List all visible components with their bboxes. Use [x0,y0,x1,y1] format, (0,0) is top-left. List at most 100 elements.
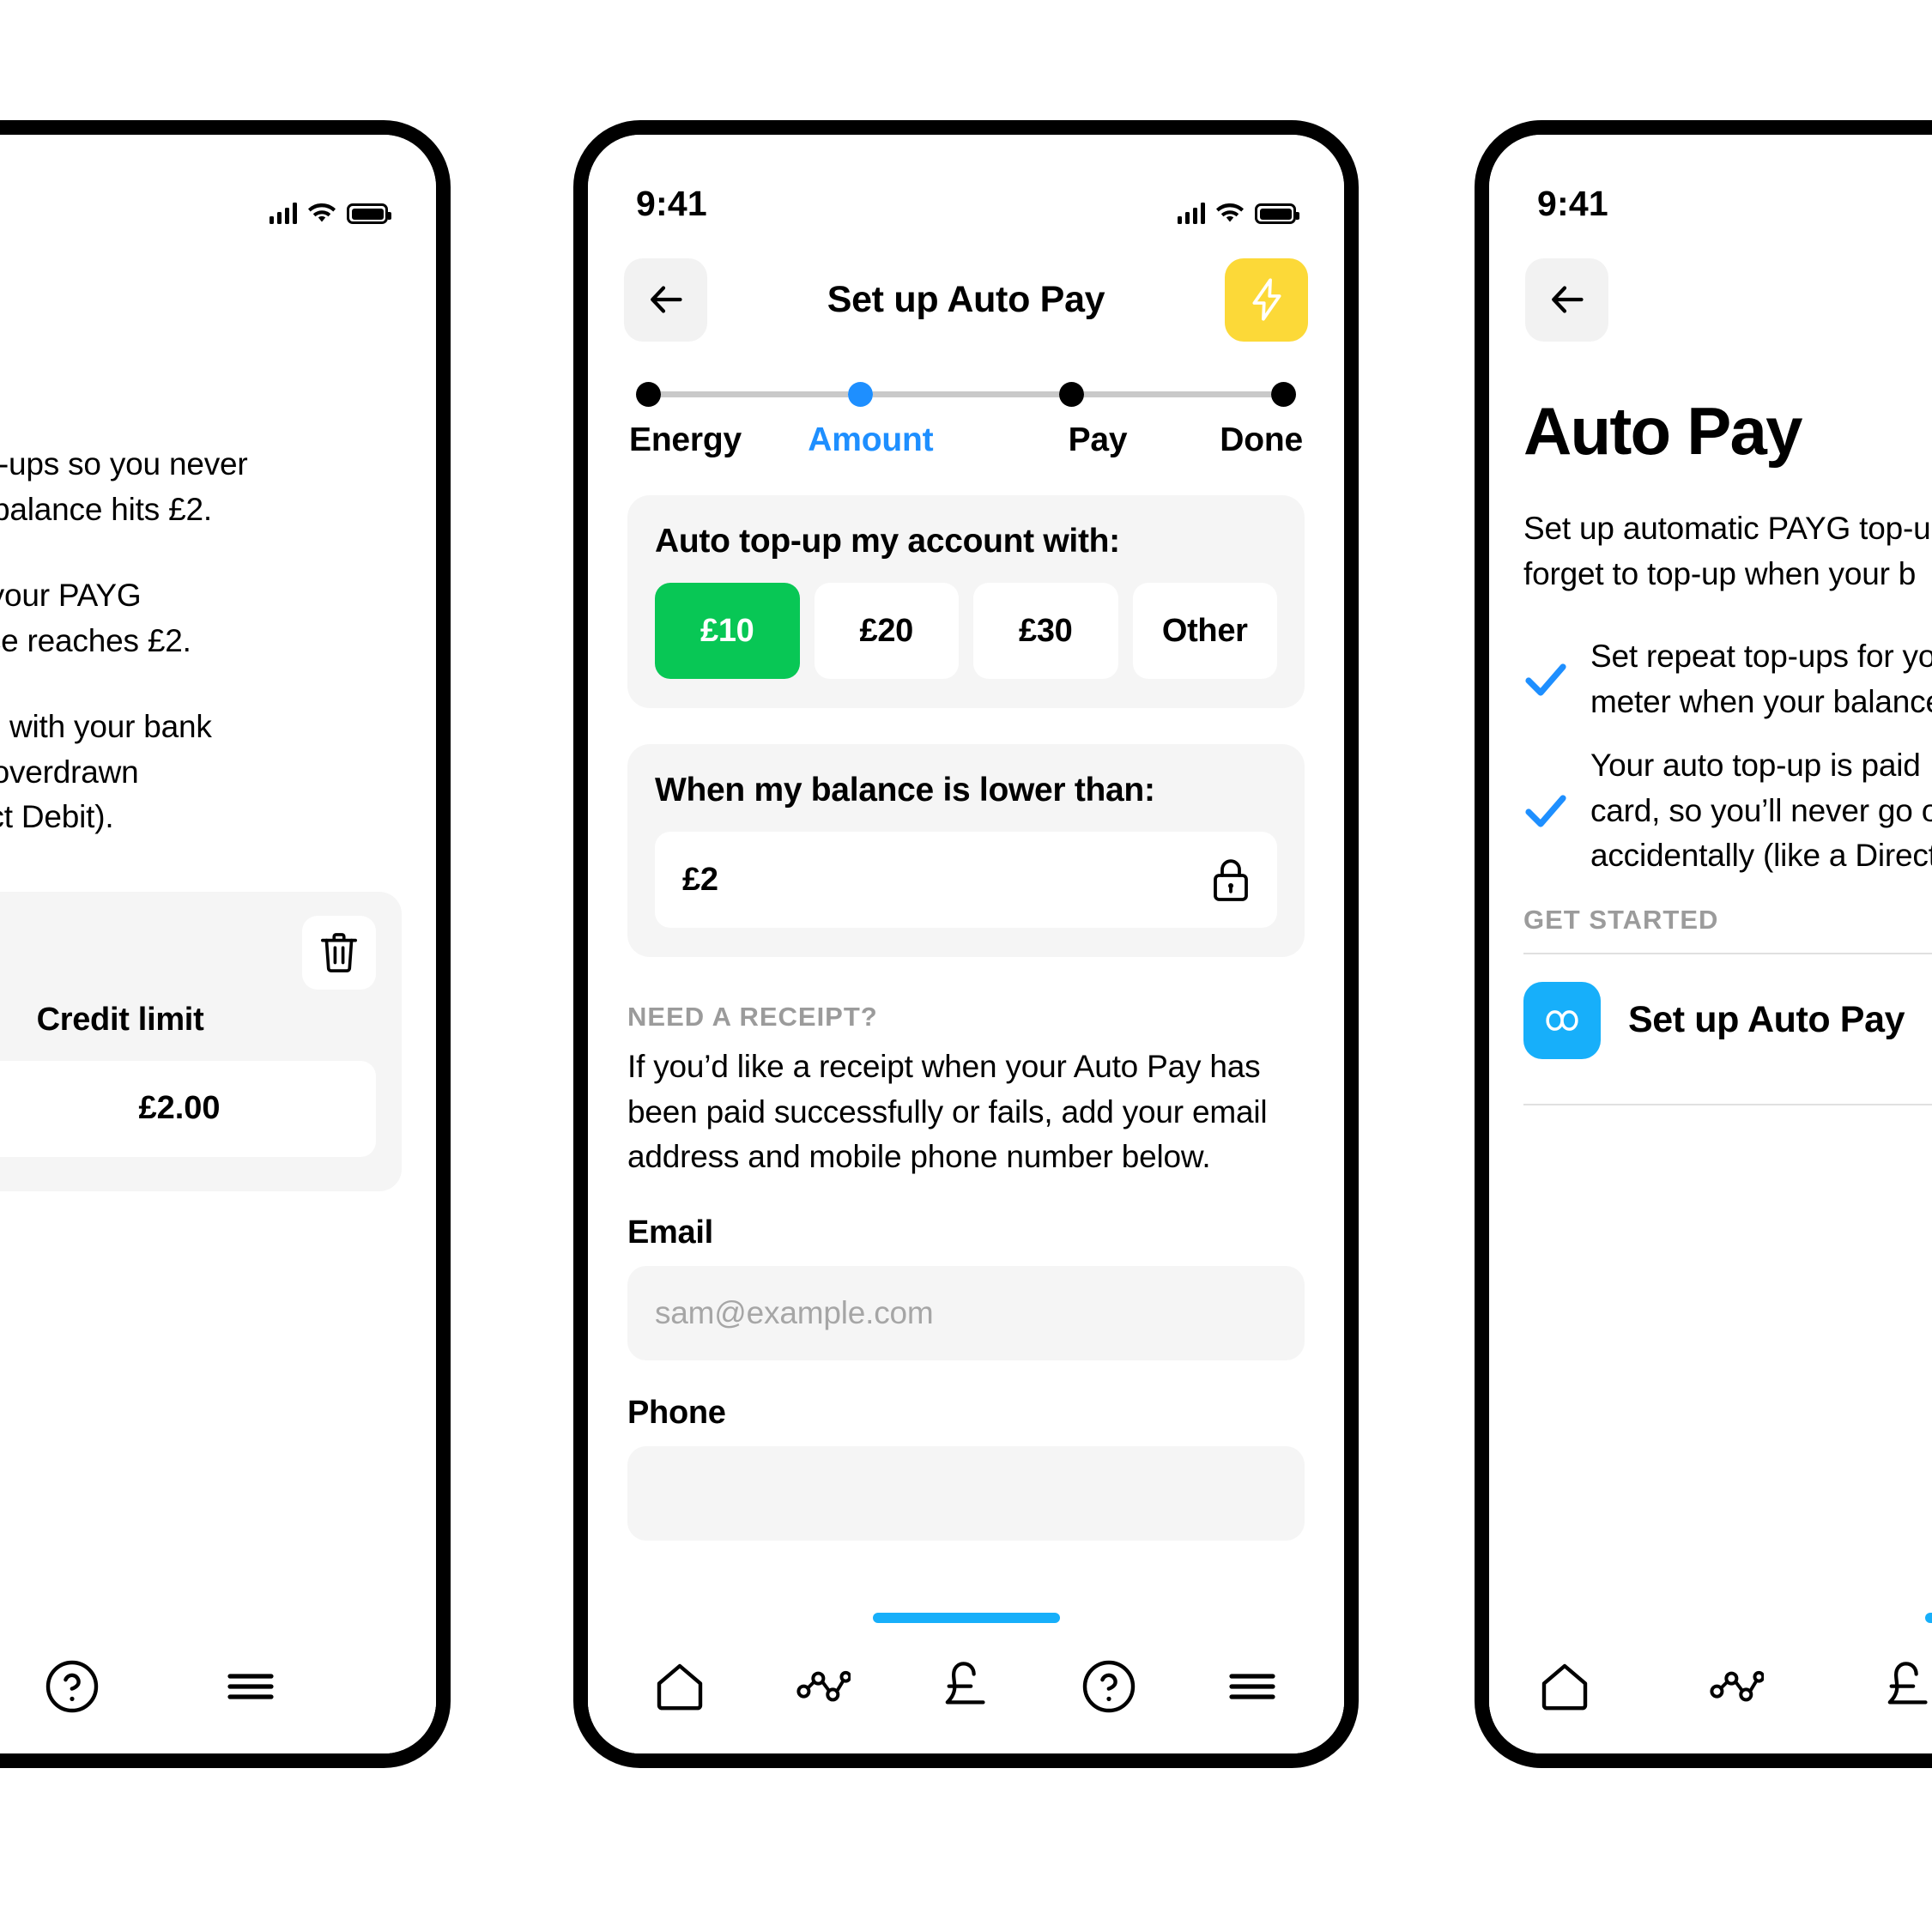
screenshot-canvas: 9:41 Auto Pay c PAYG top-ups so you neve… [0,0,1932,1932]
email-placeholder: sam@example.com [655,1294,934,1330]
list-item-label: Set repeat top-ups for yo meter when you… [1590,639,1932,719]
home-indicator-wrap [588,1613,1344,1623]
phone-left: 9:41 Auto Pay c PAYG top-ups so you neve… [0,120,451,1768]
lock-icon [1212,858,1250,901]
step-label-amount: Amount [808,421,934,458]
phone-right-body: Auto Pay Set up automatic PAYG top-u for… [1489,392,1932,1105]
arrow-left-icon [650,286,682,313]
set-up-auto-pay-label: Set up Auto Pay [1628,999,1905,1041]
step-line-2 [872,391,1060,397]
wifi-icon [308,203,336,224]
bottom-nav-right [1489,1635,1932,1753]
status-icons [1177,203,1299,224]
home-indicator [1925,1613,1932,1623]
appbar-right: Auto Pay [1489,236,1932,348]
back-button[interactable] [624,257,707,342]
step-line-1 [661,391,848,397]
amount-option-other[interactable]: Other [1132,583,1277,679]
receipt-body: If you’d like a receipt when your Auto P… [627,1049,1268,1175]
progress-stepper: Energy Amount Pay Done [588,348,1344,459]
step-dot-energy[interactable] [636,382,661,407]
nav-home[interactable] [639,1645,721,1728]
threshold-card-title: When my balance is lower than: [655,772,1155,809]
appbar-left: Auto Pay [0,236,436,365]
nav-help[interactable] [1068,1645,1150,1728]
phone-right-screen: 9:41 Auto Pay Auto Pay Set up automatic … [1489,135,1932,1753]
hero-title: Auto Pay [1523,393,1802,469]
home-indicator-wrap [1489,1613,1932,1623]
nav-help[interactable] [31,1645,113,1728]
nav-home[interactable] [1523,1645,1606,1728]
lightning-bolt-button[interactable] [1225,257,1308,342]
left-paragraph-1: c PAYG top-ups so you never when your ba… [0,446,248,527]
nav-menu[interactable] [1211,1645,1293,1728]
phone-right: 9:41 Auto Pay Auto Pay Set up automatic … [1475,120,1932,1768]
cellular-signal-icon [269,203,297,224]
nav-usage[interactable] [1695,1645,1778,1728]
step-dot-amount[interactable] [847,382,873,407]
phone-center-screen: 9:41 Set up Auto Pay Energy Amount Pay D… [588,135,1344,1753]
appbar-center: Set up Auto Pay [588,236,1344,348]
hero-intro: Set up automatic PAYG top-u forget to to… [1523,511,1931,591]
status-time: 9:41 [636,184,707,223]
threshold-value: £2 [682,861,718,898]
step-dot-done[interactable] [1271,382,1297,407]
step-dot-pay[interactable] [1059,382,1085,407]
trash-icon[interactable] [302,915,376,990]
threshold-card: When my balance is lower than: £2 [627,744,1305,957]
step-label-pay: Pay [1068,421,1128,458]
stepper-labels: Energy Amount Pay Done [629,421,1303,459]
status-bar: 9:41 [1489,135,1932,236]
nav-usage[interactable] [782,1645,864,1728]
phone-center-body: Auto top-up my account with: £10 £20 £30… [588,495,1344,1541]
bottom-nav-left [0,1635,436,1753]
left-paragraph-2: op-ups for your PAYG your balance reache… [0,578,191,658]
bottom-nav-center [588,1635,1344,1753]
list-item: Set repeat top-ups for yo meter when you… [1523,634,1932,724]
status-bar: 9:41 [0,135,436,236]
status-bar: 9:41 [588,135,1344,236]
left-paragraph-3: o-up is paid with your bank ll never go … [0,709,212,835]
home-indicator [872,1613,1060,1623]
nav-menu[interactable] [209,1645,292,1728]
amount-card-title: Auto top-up my account with: [655,523,1120,560]
infinity-icon [1523,981,1601,1059]
arrow-left-icon [1551,286,1584,313]
wifi-icon [1216,203,1244,224]
check-icon [1523,661,1568,699]
receipt-section-label: NEED A RECEIPT? [627,1002,878,1032]
email-field[interactable]: sam@example.com [627,1265,1305,1360]
home-indicator-wrap [0,1613,436,1623]
back-button[interactable] [1525,257,1608,342]
credit-limit-title: Credit limit [36,1001,204,1038]
step-line-3 [1084,391,1272,397]
nav-topup[interactable] [924,1645,1007,1728]
battery-icon [347,203,391,224]
credit-limit-row: £2.00 [0,1060,376,1157]
phone-left-screen: 9:41 Auto Pay c PAYG top-ups so you neve… [0,135,436,1753]
amount-card: Auto top-up my account with: £10 £20 £30… [627,495,1305,708]
nav-topup[interactable] [1867,1645,1932,1728]
status-icons [269,203,391,224]
status-time: 9:41 [1537,184,1608,223]
email-label: Email [627,1214,713,1251]
list-item-label: Your auto top-up is paid card, so you’ll… [1590,748,1932,874]
check-icon [1523,792,1568,830]
amount-option-20[interactable]: £20 [814,583,959,679]
credit-limit-card: Credit limit £2.00 [0,891,402,1191]
credit-limit-value[interactable]: £2.00 [0,1060,376,1157]
cellular-signal-icon [1177,203,1205,224]
page-title: Auto Pay [0,297,436,339]
benefit-list: Set repeat top-ups for yo meter when you… [1523,634,1932,879]
threshold-input[interactable]: £2 [655,832,1277,928]
step-label-done: Done [1220,421,1303,458]
battery-icon [1255,203,1299,224]
lightning-bolt-icon [1252,278,1281,321]
amount-option-30[interactable]: £30 [973,583,1118,679]
divider [1523,1103,1932,1105]
amount-option-10[interactable]: £10 [655,583,800,679]
amount-options: £10 £20 £30 Other [655,583,1277,679]
phone-field[interactable] [627,1445,1305,1541]
set-up-auto-pay-row[interactable]: Set up Auto Pay [1523,954,1932,1087]
get-started-label: GET STARTED [1523,904,1719,935]
